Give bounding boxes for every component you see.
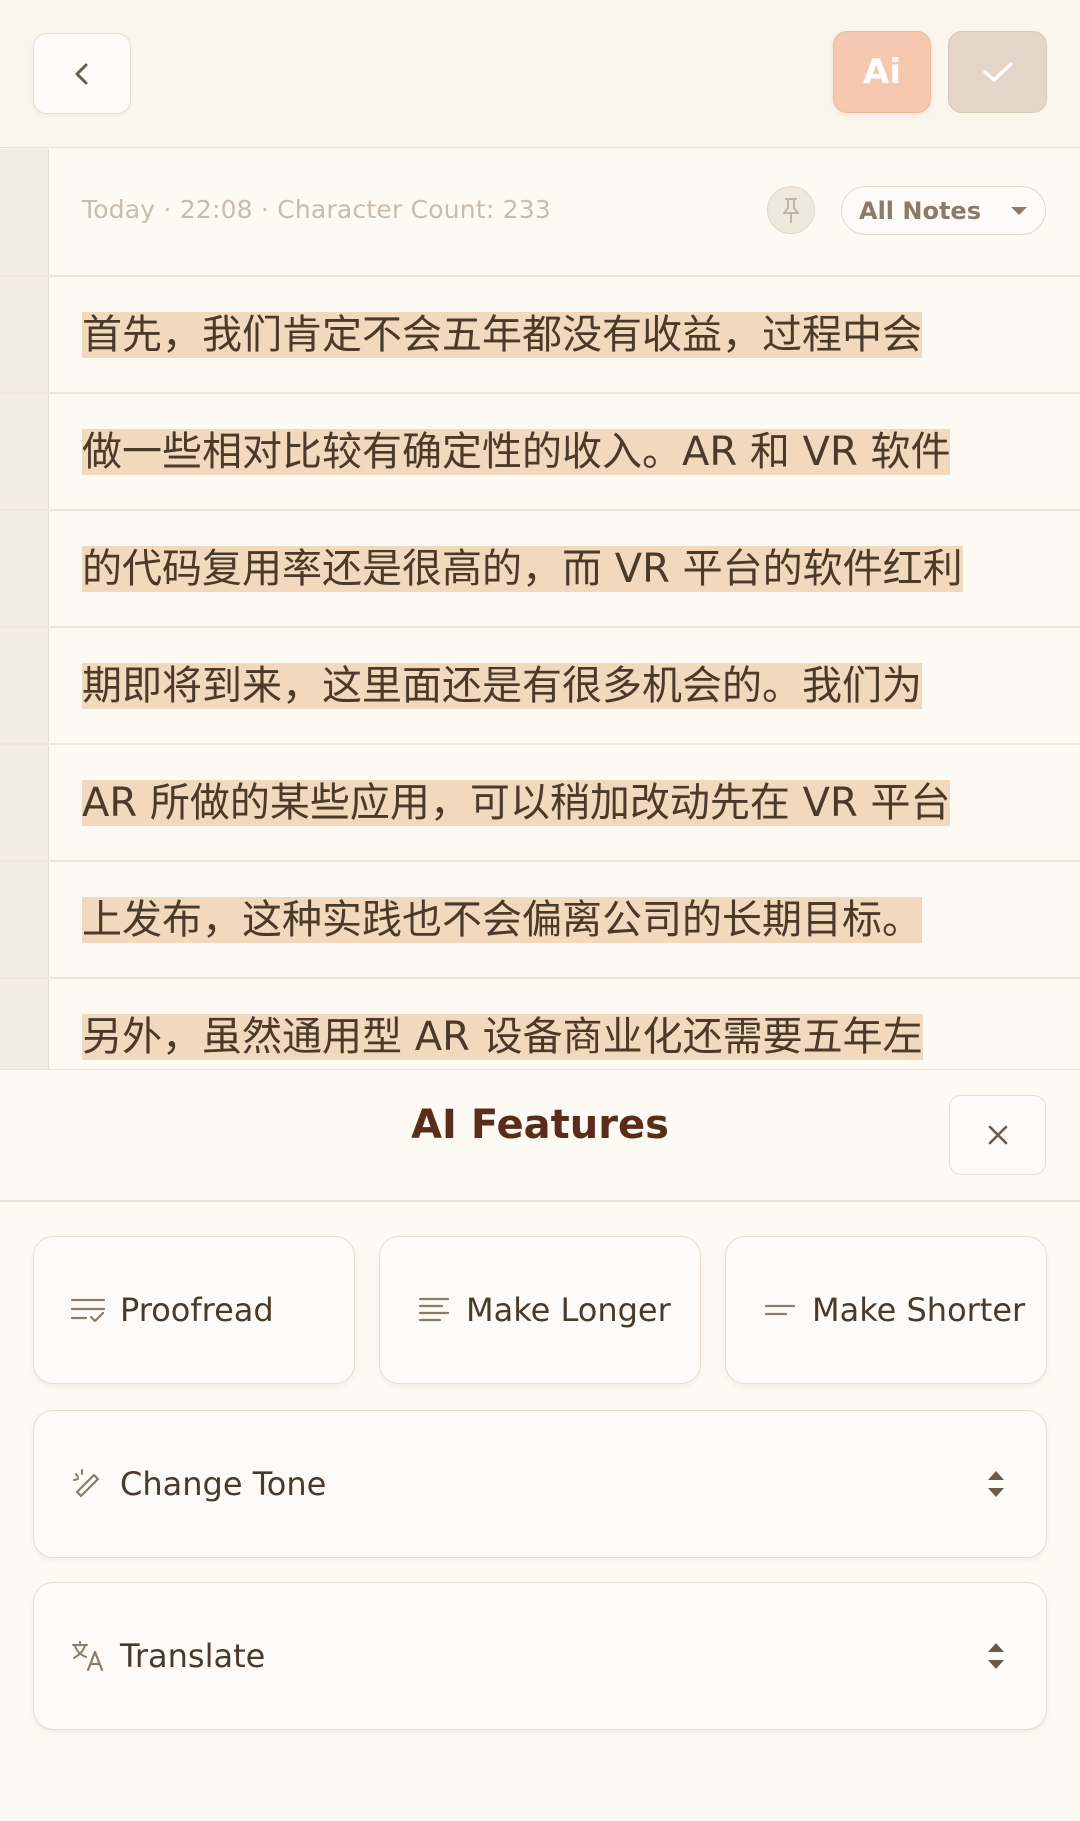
- make-longer-icon: [414, 1290, 454, 1330]
- make-shorter-icon: [760, 1290, 800, 1330]
- ai-button-label: Ai: [863, 52, 901, 92]
- note-text-line[interactable]: 上发布，这种实践也不会偏离公司的长期目标。: [82, 889, 922, 951]
- note-text-line[interactable]: 期即将到来，这里面还是有很多机会的。我们为: [82, 655, 922, 717]
- note-content[interactable]: Today · 22:08 · Character Count: 233 All…: [0, 149, 1080, 1069]
- note-gutter: [0, 149, 49, 1069]
- ai-button[interactable]: Ai: [833, 31, 931, 113]
- make-shorter-label: Make Shorter: [812, 1291, 1026, 1329]
- sort-arrows-icon: [988, 1471, 1004, 1497]
- chevron-left-icon: [75, 63, 88, 84]
- sort-arrows-icon: [988, 1643, 1004, 1669]
- line-rule: [0, 977, 1080, 979]
- highlighted-text: 期即将到来，这里面还是有很多机会的。我们为: [82, 663, 922, 709]
- make-longer-button[interactable]: Make Longer: [379, 1236, 701, 1384]
- note-text-line[interactable]: AR 所做的某些应用，可以稍加改动先在 VR 平台: [82, 772, 951, 834]
- change-tone-label: Change Tone: [120, 1465, 327, 1503]
- line-rule: [0, 509, 1080, 511]
- magic-pen-icon: [68, 1464, 108, 1504]
- translate-icon: [68, 1636, 108, 1676]
- highlighted-text: 上发布，这种实践也不会偏离公司的长期目标。: [82, 897, 922, 943]
- note-text-line[interactable]: 的代码复用率还是很高的，而 VR 平台的软件红利: [82, 538, 963, 600]
- confirm-button[interactable]: [948, 31, 1047, 113]
- highlighted-text: 另外，虽然通用型 AR 设备商业化还需要五年左: [82, 1014, 923, 1060]
- highlighted-text: 的代码复用率还是很高的，而 VR 平台的软件红利: [82, 546, 963, 592]
- pin-icon: [783, 198, 799, 223]
- top-bar: Ai: [0, 0, 1080, 148]
- line-rule: [0, 626, 1080, 628]
- note-editor-screen: Ai Today · 22:08 · Character Count: 233 …: [0, 0, 1080, 1821]
- ai-features-panel: AI Features Proofread Make Longer Make S…: [0, 1069, 1080, 1821]
- note-text-line[interactable]: 首先，我们肯定不会五年都没有收益，过程中会: [82, 304, 922, 366]
- translate-select[interactable]: Translate: [33, 1582, 1047, 1730]
- line-rule: [0, 275, 1080, 277]
- pin-button[interactable]: [767, 186, 815, 234]
- proofread-icon: [68, 1290, 108, 1330]
- back-button[interactable]: [33, 33, 131, 114]
- make-shorter-button[interactable]: Make Shorter: [725, 1236, 1047, 1384]
- folder-select-label: All Notes: [859, 196, 981, 225]
- proofread-button[interactable]: Proofread: [33, 1236, 355, 1384]
- highlighted-text: 首先，我们肯定不会五年都没有收益，过程中会: [82, 312, 922, 358]
- proofread-label: Proofread: [120, 1291, 274, 1329]
- check-icon: [982, 62, 1013, 82]
- panel-divider: [0, 1200, 1080, 1202]
- line-rule: [0, 743, 1080, 745]
- highlighted-text: 做一些相对比较有确定性的收入。AR 和 VR 软件: [82, 429, 951, 475]
- translate-label: Translate: [120, 1637, 266, 1675]
- close-button[interactable]: [949, 1095, 1046, 1175]
- close-icon: [988, 1125, 1007, 1145]
- note-meta: Today · 22:08 · Character Count: 233: [82, 195, 551, 224]
- highlighted-text: AR 所做的某些应用，可以稍加改动先在 VR 平台: [82, 780, 951, 826]
- caret-down-icon: [1011, 207, 1027, 215]
- line-rule: [0, 860, 1080, 862]
- note-text-line[interactable]: 另外，虽然通用型 AR 设备商业化还需要五年左: [82, 1006, 923, 1068]
- panel-title: AI Features: [411, 1102, 669, 1148]
- make-longer-label: Make Longer: [466, 1291, 671, 1329]
- change-tone-select[interactable]: Change Tone: [33, 1410, 1047, 1558]
- note-text-line[interactable]: 做一些相对比较有确定性的收入。AR 和 VR 软件: [82, 421, 951, 483]
- line-rule: [0, 392, 1080, 394]
- folder-select[interactable]: All Notes: [841, 186, 1046, 235]
